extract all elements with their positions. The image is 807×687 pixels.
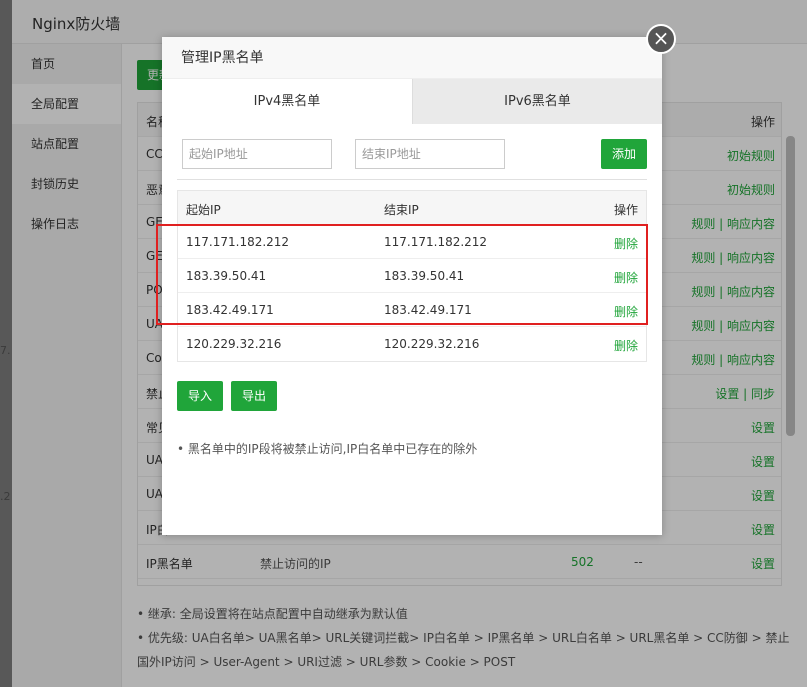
modal-title: 管理IP黑名单 <box>162 37 662 79</box>
ip-blacklist-modal: 管理IP黑名单 × IPv4黑名单 IPv6黑名单 添加 起始IP 结束IP 操… <box>156 24 676 535</box>
start-ip-input[interactable] <box>182 139 332 169</box>
header-end-ip: 结束IP <box>384 203 419 217</box>
end-ip-cell: 120.229.32.216 <box>384 337 480 351</box>
blacklist-note: • 黑名单中的IP段将被禁止访问,IP白名单中已存在的除外 <box>177 442 478 456</box>
highlight-box <box>156 224 648 325</box>
divider <box>177 179 647 180</box>
header-start-ip: 起始IP <box>186 203 221 217</box>
export-button[interactable]: 导出 <box>231 381 277 411</box>
table-row: 120.229.32.216 120.229.32.216 删除 <box>178 327 646 361</box>
end-ip-input[interactable] <box>355 139 505 169</box>
tab-ipv6-blacklist[interactable]: IPv6黑名单 <box>412 79 662 124</box>
ip-table-header: 起始IP 结束IP 操作 <box>178 191 646 225</box>
add-button[interactable]: 添加 <box>601 139 647 169</box>
tab-bar: IPv4黑名单 IPv6黑名单 <box>162 79 662 124</box>
start-ip-cell: 120.229.32.216 <box>186 337 282 351</box>
delete-link[interactable]: 删除 <box>614 337 638 354</box>
import-button[interactable]: 导入 <box>177 381 223 411</box>
tab-ipv4-blacklist[interactable]: IPv4黑名单 <box>162 79 412 124</box>
header-action: 操作 <box>613 203 638 217</box>
close-icon[interactable]: × <box>646 24 676 54</box>
